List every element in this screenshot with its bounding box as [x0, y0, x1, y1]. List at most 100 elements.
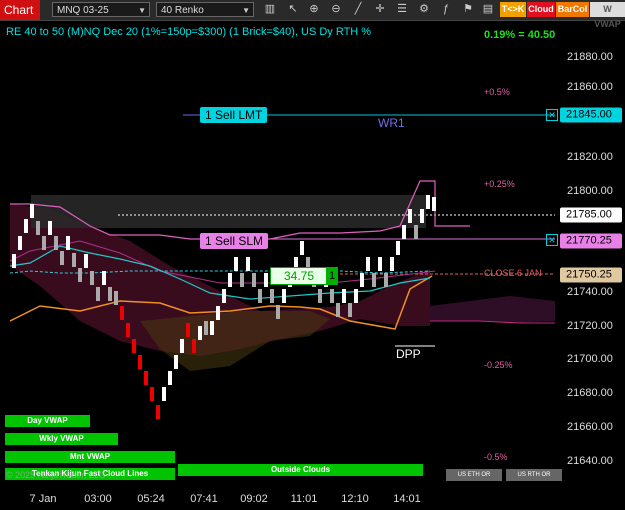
time-tick: 07:41 — [190, 493, 218, 505]
price-tick: 21640.00 — [567, 455, 613, 467]
renko-brick — [42, 236, 46, 250]
renko-brick — [150, 387, 154, 401]
renko-brick — [192, 339, 196, 353]
price-tick: 21820.00 — [567, 151, 613, 163]
us-eth-or-button[interactable]: US ETH OR — [446, 469, 502, 481]
renko-brick — [264, 273, 268, 287]
price-tick: 21680.00 — [567, 387, 613, 399]
renko-brick — [168, 371, 172, 385]
renko-brick — [18, 236, 22, 250]
sell-limit-order-label[interactable]: 1 Sell LMT — [200, 107, 268, 123]
strategies-icon[interactable]: ⚑ — [460, 2, 476, 17]
renko-brick — [330, 289, 334, 303]
renko-brick — [348, 303, 352, 317]
sell-slm-order-label[interactable]: 1 Sell SLM — [200, 233, 269, 249]
renko-brick — [234, 257, 238, 271]
chart-title: RE 40 to 50 (M)NQ Dec 20 (1%=150p=$300) … — [6, 26, 372, 38]
barcol-toggle-button[interactable]: BarCol — [556, 2, 589, 17]
renko-brick — [426, 195, 430, 209]
us-rth-or-button[interactable]: US RTH OR — [506, 469, 562, 481]
sell-limit-price-tag: 21845.00 — [560, 107, 622, 123]
renko-brick — [96, 287, 100, 301]
renko-brick — [210, 321, 214, 335]
minus-half-percent-label: -0.5% — [484, 452, 508, 462]
renko-brick — [78, 268, 82, 282]
renko-brick — [204, 321, 208, 335]
crosshair-icon[interactable]: ✛ — [372, 2, 388, 17]
outside-clouds-button[interactable]: Outside Clouds — [178, 464, 423, 476]
renko-brick — [378, 257, 382, 271]
renko-brick — [54, 236, 58, 250]
renko-brick — [342, 289, 346, 303]
renko-brick — [432, 197, 436, 211]
tk-toggle-button[interactable]: T<>K — [500, 2, 526, 17]
monthly-vwap-button[interactable]: Mnt VWAP — [5, 451, 175, 463]
renko-brick — [372, 273, 376, 287]
minus-quarter-percent-label: -0.25% — [484, 360, 513, 370]
renko-brick — [222, 289, 226, 303]
renko-brick — [186, 323, 190, 337]
renko-brick — [12, 254, 16, 268]
plus-half-percent-label: +0.5% — [484, 87, 510, 97]
close-icon[interactable]: ✕ — [546, 109, 558, 121]
renko-brick — [414, 225, 418, 239]
renko-brick — [84, 254, 88, 268]
price-tick: 21660.00 — [567, 421, 613, 433]
wr1-label: WR1 — [378, 116, 405, 130]
renko-brick — [216, 306, 220, 320]
chart-trader-icon[interactable]: ▤ — [480, 2, 496, 17]
dpp-label: DPP — [396, 347, 421, 361]
price-tick: 21720.00 — [567, 320, 613, 332]
renko-brick — [252, 273, 256, 287]
vwap-toggle-button[interactable]: W VWAP — [590, 2, 625, 29]
renko-brick — [396, 241, 400, 255]
day-vwap-button[interactable]: Day VWAP — [5, 415, 90, 427]
renko-brick — [384, 273, 388, 287]
current-price-tag: 21785.00 — [560, 207, 622, 223]
renko-brick — [72, 253, 76, 267]
percent-change: 0.19% = 40.50 — [484, 29, 556, 41]
time-tick: 11:01 — [290, 493, 318, 505]
zoom-in-icon[interactable]: ⊕ — [306, 2, 322, 17]
pointer-icon[interactable]: ↖ — [285, 2, 301, 17]
renko-brick — [48, 221, 52, 235]
renko-brick — [258, 289, 262, 303]
draw-line-icon[interactable]: ╱ — [350, 2, 366, 17]
renko-brick — [174, 355, 178, 369]
chart-menu-button[interactable]: Chart — [0, 0, 40, 20]
close-icon[interactable]: ✕ — [546, 234, 558, 246]
time-tick: 03:00 — [84, 493, 112, 505]
renko-brick — [144, 371, 148, 385]
renko-brick — [198, 326, 202, 340]
price-tick: 21880.00 — [567, 51, 613, 63]
cloud-toggle-button[interactable]: Cloud — [527, 2, 555, 17]
indicators-icon[interactable]: ƒ — [438, 2, 454, 17]
price-tick: 21740.00 — [567, 286, 613, 298]
position-price-box[interactable]: 34.75 — [270, 267, 328, 285]
chart-plot-area[interactable]: RE 40 to 50 (M)NQ Dec 20 (1%=150p=$300) … — [0, 21, 562, 488]
weekly-vwap-button[interactable]: Wkly VWAP — [5, 433, 118, 445]
templates-icon[interactable]: ⚙ — [416, 2, 432, 17]
renko-brick — [402, 225, 406, 239]
position-qty-box[interactable]: 1 — [326, 267, 338, 285]
renko-brick — [420, 209, 424, 223]
close-price-tag: 21750.25 — [560, 267, 622, 283]
renko-brick — [336, 303, 340, 317]
time-tick: 14:01 — [393, 493, 421, 505]
zoom-out-icon[interactable]: ⊖ — [328, 2, 344, 17]
properties-icon[interactable]: ☰ — [394, 2, 410, 17]
renko-brick — [132, 339, 136, 353]
time-tick: 09:02 — [240, 493, 268, 505]
renko-brick — [30, 204, 34, 218]
bar-type-selector[interactable]: 40 Renko ▼ — [156, 2, 254, 17]
bar-chart-icon[interactable]: ▥ — [262, 2, 278, 17]
renko-brick — [240, 273, 244, 287]
renko-brick — [90, 271, 94, 285]
renko-brick — [108, 287, 112, 301]
instrument-value: MNQ 03-25 — [57, 5, 109, 16]
time-axis[interactable]: 7 Jan 03:00 05:24 07:41 09:02 11:01 12:1… — [0, 488, 560, 510]
renko-brick — [126, 323, 130, 337]
copyright-text: © 2025 NinjaTrader, LLC — [6, 470, 106, 480]
instrument-selector[interactable]: MNQ 03-25 ▼ — [52, 2, 150, 17]
time-tick: 7 Jan — [29, 493, 57, 505]
